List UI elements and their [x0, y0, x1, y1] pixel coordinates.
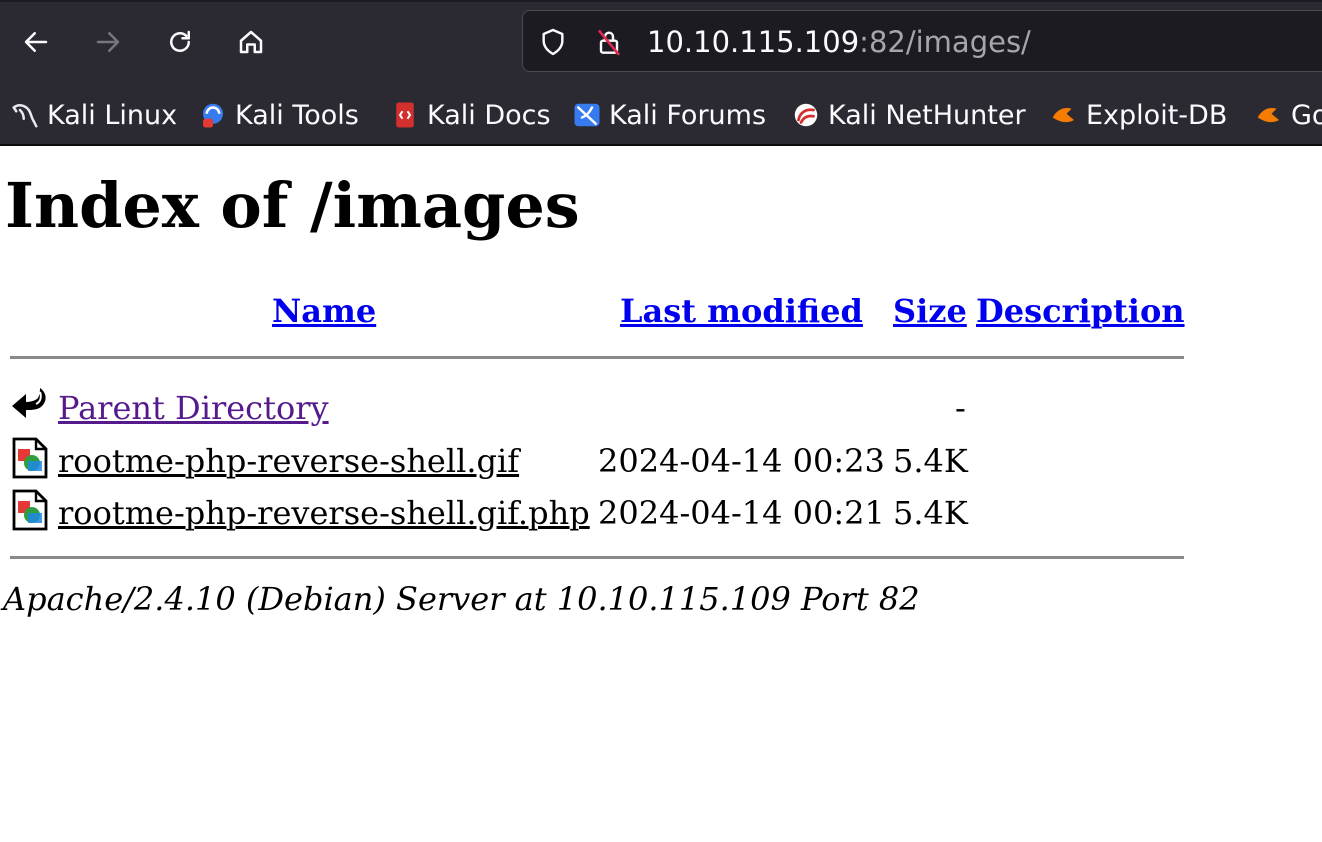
server-signature: Apache/2.4.10 (Debian) Server at 10.10.1… — [3, 580, 920, 618]
url-text[interactable]: 10.10.115.109:82/images/ — [647, 23, 1031, 61]
sort-by-last-modified-link[interactable]: Last modified — [620, 289, 863, 333]
bookmark-label: Kali Linux — [47, 99, 178, 131]
image-file-icon — [12, 437, 48, 479]
arrow-right-icon — [96, 32, 120, 52]
header-divider — [10, 356, 1184, 359]
arrow-left-icon — [24, 32, 48, 52]
file-size: 5.4K — [893, 442, 968, 480]
bookmark-kali-linux[interactable]: Kali Linux — [10, 94, 177, 136]
sort-by-name-link[interactable]: Name — [272, 289, 376, 333]
home-button[interactable] — [231, 22, 271, 62]
sort-by-size-link[interactable]: Size — [893, 289, 967, 333]
parent-size: - — [955, 389, 966, 427]
footer-divider — [10, 556, 1184, 559]
page-title: Index of /images — [5, 169, 580, 242]
kali-tools-icon — [203, 103, 223, 128]
bookmark-kali-forums[interactable]: Kali Forums — [572, 94, 766, 136]
bookmark-label: Go — [1291, 99, 1322, 131]
forward-button[interactable] — [88, 22, 128, 62]
file-link[interactable]: rootme-php-reverse-shell.gif.php — [58, 491, 590, 535]
bookmark-label: Kali NetHunter — [828, 99, 1026, 131]
parent-directory-link[interactable]: Parent Directory — [58, 386, 329, 430]
kali-forums-icon — [574, 103, 600, 127]
file-size: 5.4K — [893, 494, 968, 532]
back-arrow-icon — [12, 388, 46, 418]
browser-toolbar: 10.10.115.109:82/images/ — [0, 0, 1322, 88]
exploit-db-icon — [1052, 107, 1074, 123]
reload-button[interactable] — [160, 22, 200, 62]
home-icon — [239, 30, 263, 54]
bookmark-kali-tools[interactable]: Kali Tools — [198, 94, 359, 136]
insecure-lock-icon[interactable] — [593, 26, 625, 58]
kali-nethunter-icon — [794, 103, 818, 127]
file-last-modified: 2024-04-14 00:21 — [598, 494, 885, 532]
bookmark-google-hacking-db[interactable]: Go — [1254, 94, 1322, 136]
tracking-protection-shield-icon[interactable] — [537, 26, 569, 58]
bookmark-kali-docs[interactable]: Kali Docs — [390, 94, 551, 136]
bookmark-label: Kali Docs — [427, 99, 551, 131]
url-host: 10.10.115.109 — [647, 25, 860, 59]
bookmarks-toolbar: Kali Linux Kali Tools Kali Docs Kali For… — [0, 88, 1322, 146]
address-bar[interactable]: 10.10.115.109:82/images/ — [522, 10, 1322, 72]
bookmark-label: Kali Forums — [609, 99, 767, 131]
bookmark-label: Exploit-DB — [1086, 99, 1228, 131]
file-link[interactable]: rootme-php-reverse-shell.gif — [58, 439, 519, 483]
bookmark-label: Kali Tools — [235, 99, 359, 131]
sort-by-description-link[interactable]: Description — [976, 289, 1185, 333]
kali-docs-icon — [396, 102, 414, 128]
url-path: :82/images/ — [859, 25, 1031, 59]
back-button[interactable] — [16, 22, 56, 62]
reload-icon — [170, 30, 190, 52]
google-hacking-db-icon — [1257, 107, 1279, 123]
kali-dragon-icon — [12, 104, 38, 128]
file-last-modified: 2024-04-14 00:23 — [598, 442, 885, 480]
bookmark-kali-nethunter[interactable]: Kali NetHunter — [791, 94, 1026, 136]
bookmark-exploit-db[interactable]: Exploit-DB — [1049, 94, 1227, 136]
image-file-icon — [12, 489, 48, 531]
